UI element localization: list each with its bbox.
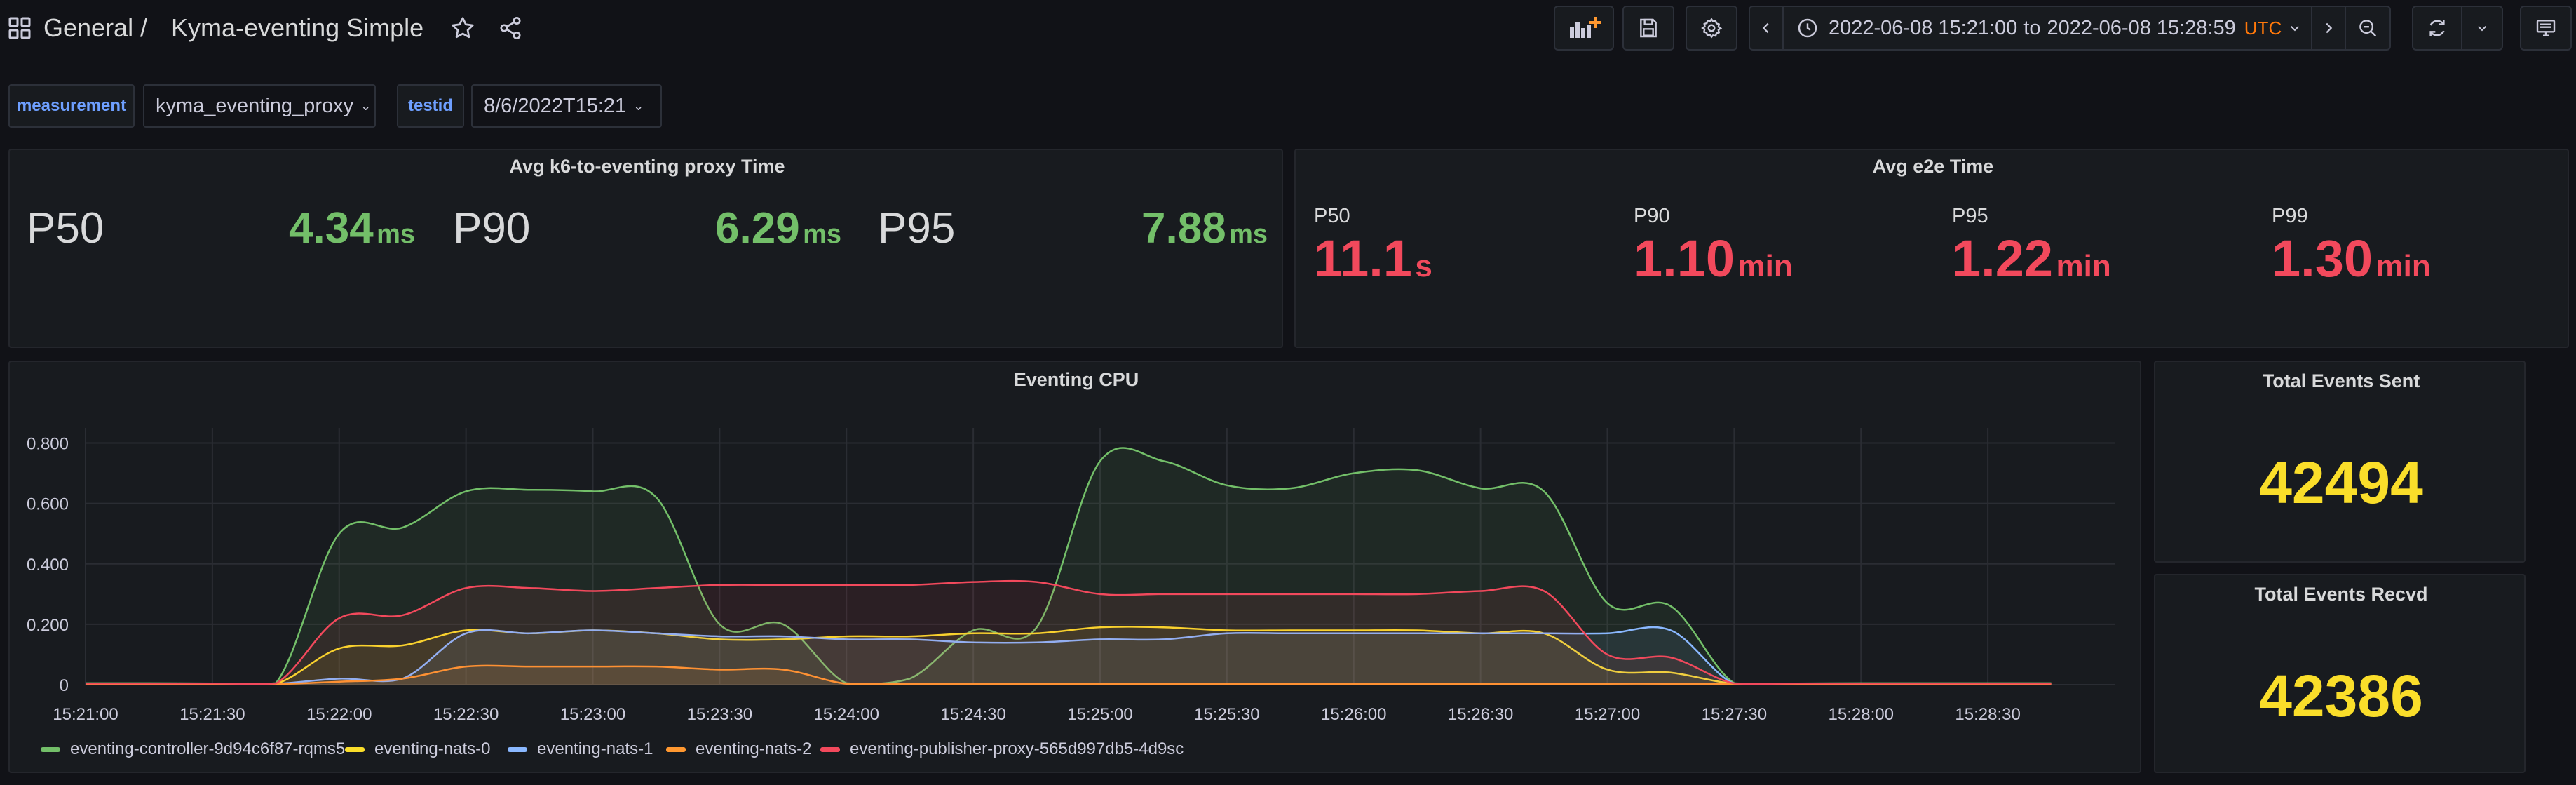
refresh-button[interactable] [2412,6,2462,51]
x-tick-label: 15:22:00 [306,705,372,724]
x-tick-label: 15:25:30 [1194,705,1259,724]
y-tick-label: 0 [60,676,69,695]
x-tick-label: 15:23:00 [560,705,625,724]
chevron-down-icon [2478,26,2486,32]
legend-swatch [345,746,365,752]
timezone-label: UTC [2244,17,2282,39]
refresh-icon [2429,20,2445,36]
legend-label: eventing-publisher-proxy-565d997db5-4d9s… [850,739,1184,758]
x-tick-label: 15:26:00 [1321,705,1386,724]
y-tick-label: 0.800 [27,435,69,454]
y-tick-label: 0.600 [27,495,69,514]
y-tick-label: 0.200 [27,616,69,635]
panel-title: Total Events Recvd [2254,584,2428,605]
legend-item[interactable]: eventing-controller-9d94c6f87-rqms5 [41,739,345,759]
panel-total-events-recvd[interactable]: Total Events Recvd 42386 [2154,574,2526,773]
x-tick-label: 15:27:00 [1575,705,1640,724]
x-tick-label: 15:25:00 [1067,705,1132,724]
legend-item[interactable]: eventing-nats-0 [345,739,490,759]
x-tick-label: 15:23:30 [687,705,752,724]
legend-item[interactable]: eventing-nats-1 [508,739,653,759]
legend-item[interactable]: eventing-nats-2 [666,739,811,759]
legend-swatch [508,746,527,752]
x-tick-label: 15:28:00 [1829,705,1894,724]
legend-swatch [820,746,840,752]
x-tick-label: 15:28:30 [1955,705,2020,724]
x-tick-label: 15:22:30 [433,705,499,724]
monitor-icon [2536,20,2556,36]
cycle-view-mode-button[interactable] [2520,6,2572,51]
x-tick-label: 15:26:30 [1448,705,1513,724]
x-tick-label: 15:27:30 [1702,705,1767,724]
legend-swatch [666,746,686,752]
time-shift-forward-button[interactable] [2311,6,2346,51]
stat-name-p99: P99 [2272,205,2308,227]
legend-label: eventing-controller-9d94c6f87-rqms5 [70,739,346,758]
y-tick-label: 0.400 [27,556,69,575]
eventing-cpu-chart[interactable]: 0 0.200 0.400 0.600 0.800 15:21:00 15:21:30 15:… [0,0,2145,779]
legend-label: eventing-nats-2 [696,739,812,758]
legend-item[interactable]: eventing-publisher-proxy-565d997db5-4d9s… [820,739,1184,759]
x-tick-label: 15:21:00 [53,705,118,724]
x-tick-label: 15:24:30 [940,705,1005,724]
legend-label: eventing-nats-0 [374,739,491,758]
zoom-out-button[interactable] [2345,6,2391,51]
x-tick-label: 15:21:30 [179,705,245,724]
zoom-out-icon [2359,20,2377,37]
chevron-down-icon [2291,26,2300,32]
chevron-right-icon [2326,22,2333,34]
legend-swatch [41,746,60,752]
stat-value-events-sent: 42494 [2259,450,2423,516]
panel-title: Total Events Sent [2262,370,2420,391]
stat-value-events-recvd: 42386 [2259,663,2423,729]
legend-label: eventing-nats-1 [537,739,653,758]
panel-total-events-sent[interactable]: Total Events Sent 42494 [2154,361,2526,563]
refresh-interval-dropdown[interactable] [2461,6,2503,51]
stat-value-p99: 1.30 min [2272,229,2431,288]
x-tick-label: 15:24:00 [814,705,879,724]
